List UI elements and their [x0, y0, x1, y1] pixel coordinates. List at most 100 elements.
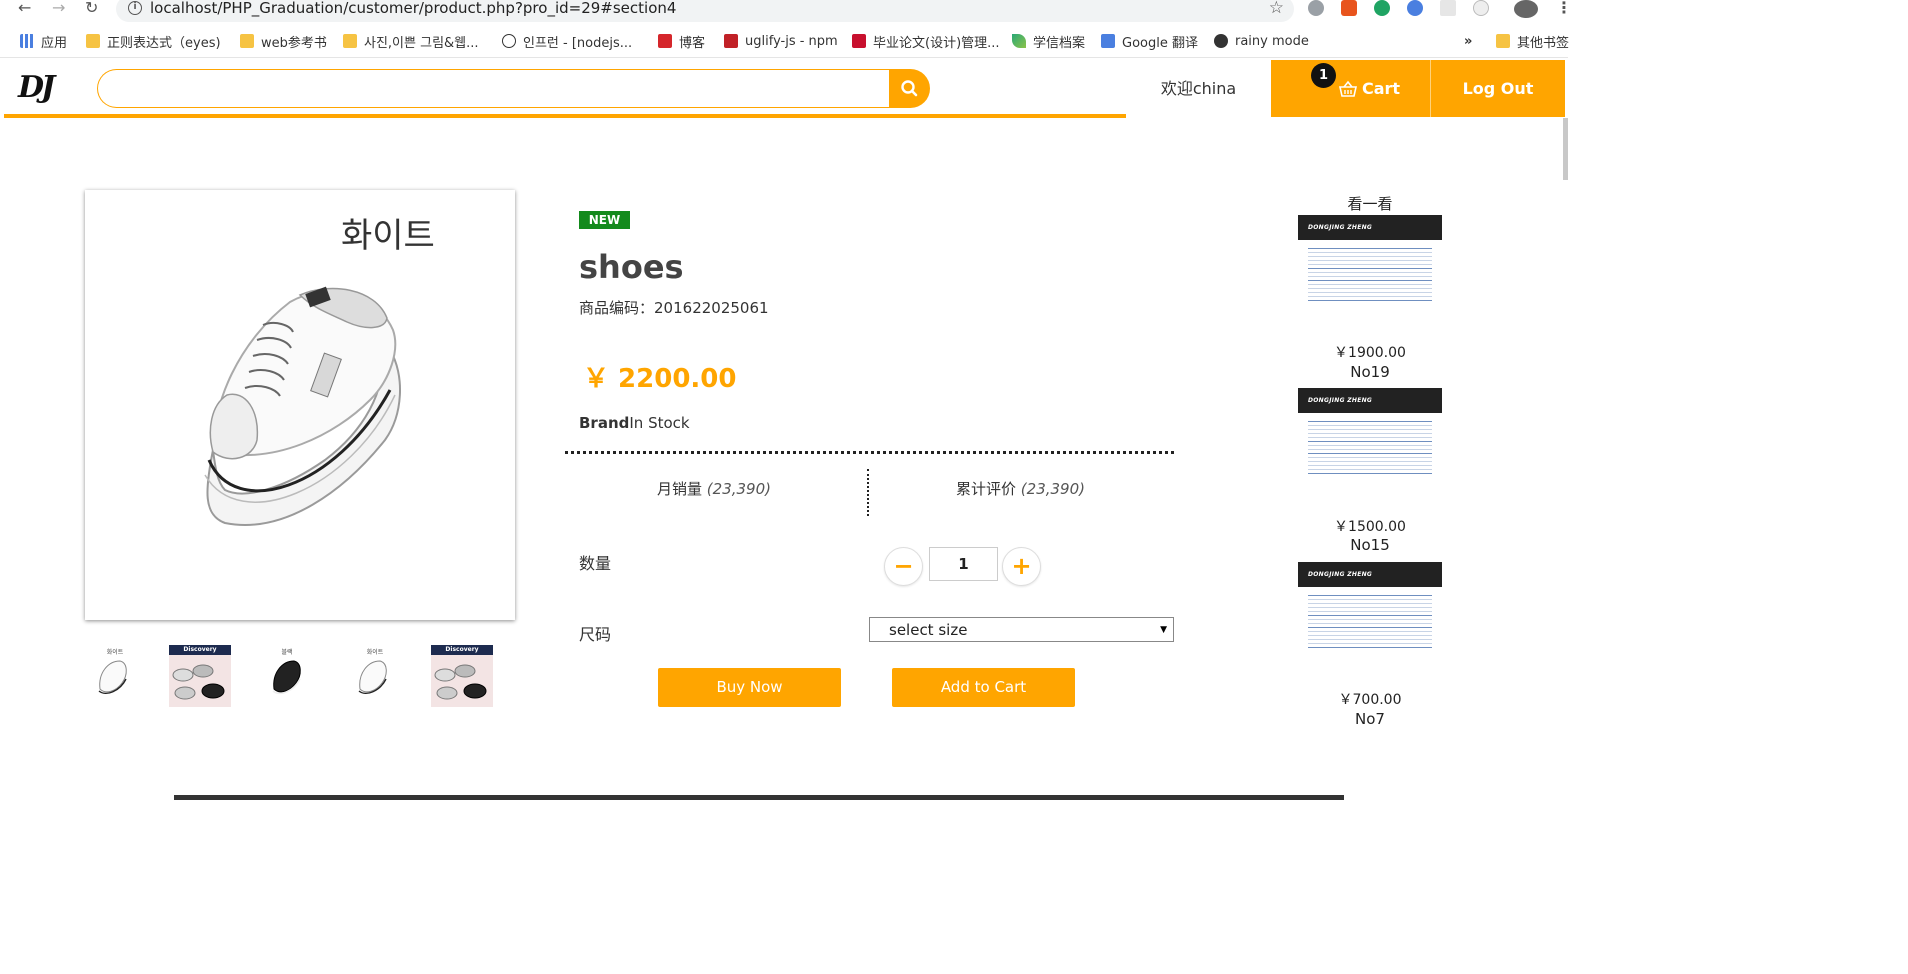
- dropdown-caret-icon: ▼: [1160, 625, 1167, 635]
- npm-icon: [724, 34, 738, 48]
- header-accent-line: [4, 114, 1126, 118]
- new-badge: NEW: [579, 211, 630, 229]
- quantity-decrease-button[interactable]: −: [884, 547, 923, 586]
- product-thumbnail-4[interactable]: 화이트: [344, 645, 406, 707]
- site-logo[interactable]: DJ: [18, 70, 55, 105]
- recommendation-number: No15: [1350, 536, 1390, 554]
- product-code-value: 201622025061: [654, 299, 769, 317]
- bookmarks-bar: 应用 正则表达式（eyes) web参考书 사진,이쁜 그림&웹... 인프런 …: [0, 24, 1570, 58]
- recommendation-number: No19: [1350, 363, 1390, 381]
- quantity-increase-button[interactable]: +: [1002, 547, 1041, 586]
- size-select[interactable]: select size ▼: [869, 617, 1174, 642]
- buy-now-button[interactable]: Buy Now: [658, 668, 841, 707]
- apps-grid-icon: [20, 34, 34, 48]
- stock-status: BrandIn Stock: [579, 414, 690, 432]
- basket-icon: [1339, 80, 1357, 97]
- bookmark-regex[interactable]: 正则表达式（eyes): [86, 32, 221, 51]
- product-thumbnail-5[interactable]: Discovery: [431, 645, 493, 707]
- bookmark-blog[interactable]: 博客: [658, 32, 706, 51]
- product-main-image[interactable]: [85, 190, 515, 620]
- bookmark-label: 博客: [679, 35, 706, 51]
- add-to-cart-button[interactable]: Add to Cart: [892, 668, 1075, 707]
- resume-header: DONGJING ZHENG: [1298, 215, 1442, 240]
- bookmark-label: 学信档案: [1033, 35, 1086, 51]
- bookmark-web-reference[interactable]: web参考书: [240, 32, 327, 51]
- welcome-message: 欢迎china: [1126, 60, 1271, 117]
- review-count: 累计评价 (23,390): [956, 478, 1085, 499]
- logout-button[interactable]: Log Out: [1431, 60, 1565, 117]
- resume-preview: [1298, 413, 1442, 482]
- extension-blank-icon[interactable]: [1440, 0, 1456, 16]
- cart-count-badge: 1: [1311, 63, 1336, 88]
- recommendation-card-2[interactable]: DONGJING ZHENG: [1298, 388, 1442, 508]
- bookmark-thesis[interactable]: 毕业论文(设计)管理...: [852, 32, 1000, 51]
- product-thumbnail-3[interactable]: 블랙: [256, 645, 318, 707]
- folder-icon: [86, 34, 100, 48]
- recommendation-card-1[interactable]: DONGJING ZHENG: [1298, 215, 1442, 335]
- back-arrow-icon[interactable]: ←: [18, 0, 31, 18]
- extension-target-icon[interactable]: [1473, 0, 1489, 16]
- recommendation-price: ￥700.00: [1338, 692, 1402, 708]
- bookmark-photos[interactable]: 사진,이쁜 그림&웹...: [343, 32, 479, 51]
- resume-preview: [1298, 240, 1442, 309]
- browser-toolbar: ← → ↻ i localhost/PHP_Graduation/custome…: [0, 0, 1572, 22]
- inflearn-icon: [502, 34, 516, 48]
- brand-label: Brand: [579, 414, 630, 432]
- search-input[interactable]: [98, 70, 890, 107]
- quantity-input[interactable]: [929, 547, 998, 581]
- product-thumbnail-2[interactable]: Discovery: [169, 645, 231, 707]
- extension-globe-icon[interactable]: [1308, 0, 1324, 16]
- product-image-caption: 화이트: [341, 216, 435, 256]
- quantity-label: 数量: [579, 554, 612, 573]
- shoe-group-thumbnail-icon: [434, 664, 487, 700]
- resume-header: DONGJING ZHENG: [1298, 562, 1442, 587]
- thumbnail-label: 화이트: [366, 649, 384, 656]
- bookmark-label: 其他书签: [1517, 35, 1570, 51]
- bookmark-google-translate[interactable]: Google 翻译: [1101, 32, 1198, 51]
- site-info-icon[interactable]: i: [128, 1, 142, 15]
- product-code-label: 商品编码：: [579, 299, 655, 317]
- browser-menu-icon[interactable]: ⋮: [1556, 0, 1572, 18]
- reload-icon[interactable]: ↻: [85, 0, 98, 18]
- recommendation-card-3[interactable]: DONGJING ZHENG: [1298, 562, 1442, 682]
- profile-avatar[interactable]: [1514, 0, 1538, 18]
- cart-link[interactable]: Cart: [1338, 60, 1400, 117]
- address-url: localhost/PHP_Graduation/customer/produc…: [150, 0, 677, 17]
- forward-arrow-icon[interactable]: →: [52, 0, 65, 18]
- extension-check-icon[interactable]: [1407, 0, 1423, 16]
- page-scrollbar[interactable]: [1563, 118, 1568, 180]
- details-divider: [565, 451, 1174, 454]
- recommendation-price: ￥1500.00: [1334, 519, 1406, 535]
- product-price: ￥ 2200.00: [583, 364, 737, 394]
- resume-header: DONGJING ZHENG: [1298, 388, 1442, 413]
- shoe-illustration: [204, 286, 402, 526]
- folder-icon: [1496, 34, 1510, 48]
- bookmark-rainy-mode[interactable]: rainy mode: [1214, 32, 1309, 50]
- extension-ex-icon[interactable]: [1341, 0, 1357, 16]
- bookmark-other[interactable]: 其他书签: [1496, 32, 1570, 51]
- bookmark-apps[interactable]: 应用: [20, 32, 67, 51]
- google-translate-icon: [1101, 34, 1115, 48]
- bookmark-label: Google 翻译: [1122, 35, 1198, 51]
- extension-grammar-icon[interactable]: [1374, 0, 1390, 16]
- thumbnail-label: 블랙: [281, 649, 293, 656]
- search-button[interactable]: [889, 69, 930, 108]
- search-icon: [901, 80, 918, 97]
- product-thumbnail-1[interactable]: 화이트: [84, 645, 146, 707]
- thesis-icon: [852, 34, 866, 48]
- size-selected-value: select size: [889, 621, 968, 639]
- monthly-sales: 月销量 (23,390): [657, 478, 771, 499]
- bookmark-label: uglify-js - npm: [745, 33, 838, 49]
- folder-icon: [240, 34, 254, 48]
- bookmark-inflearn[interactable]: 인프런 - [nodejs...: [502, 32, 632, 51]
- cart-label: Cart: [1362, 79, 1401, 98]
- address-bar[interactable]: i localhost/PHP_Graduation/customer/prod…: [116, 0, 1294, 22]
- bookmark-chsi[interactable]: 学信档案: [1012, 32, 1086, 51]
- recommendations-title: 看一看: [1347, 195, 1393, 213]
- stock-label: In Stock: [629, 414, 690, 432]
- bookmark-uglify[interactable]: uglify-js - npm: [724, 32, 838, 50]
- more-bookmarks-chevron-icon[interactable]: »: [1464, 32, 1472, 50]
- recommendation-number: No7: [1355, 710, 1385, 728]
- bookmark-star-icon[interactable]: ☆: [1269, 0, 1284, 18]
- search-box: [97, 69, 890, 108]
